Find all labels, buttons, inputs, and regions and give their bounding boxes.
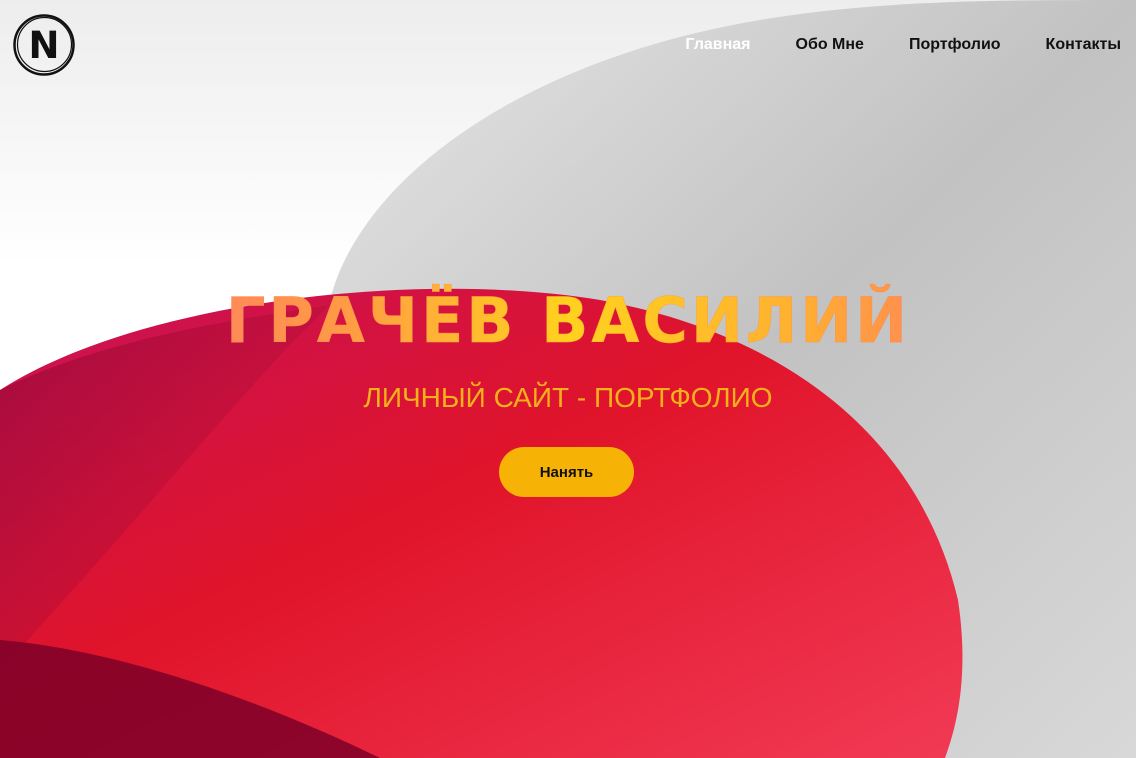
nav-item-about[interactable]: Обо Мне [796, 36, 864, 54]
nav-item-contacts[interactable]: Контакты [1046, 36, 1121, 54]
nav-item-home[interactable]: Главная [685, 36, 750, 54]
circle-n-logo-icon[interactable]: N [12, 13, 76, 77]
svg-text:N: N [29, 24, 60, 67]
background-shapes [0, 0, 1136, 758]
hero-subtitle: ЛИЧНЫЙ САЙТ - ПОРТФОЛИО [363, 382, 773, 413]
hero-title: ГРАЧЁВ ВАСИЛИЙ [0, 284, 1136, 358]
hire-button[interactable]: Нанять [499, 447, 634, 497]
hero-section: N Главная Обо Мне Портфолио Контакты ГРА… [0, 0, 1136, 758]
nav-item-portfolio[interactable]: Портфолио [909, 36, 1001, 54]
main-nav: Главная Обо Мне Портфолио Контакты [640, 36, 1121, 54]
